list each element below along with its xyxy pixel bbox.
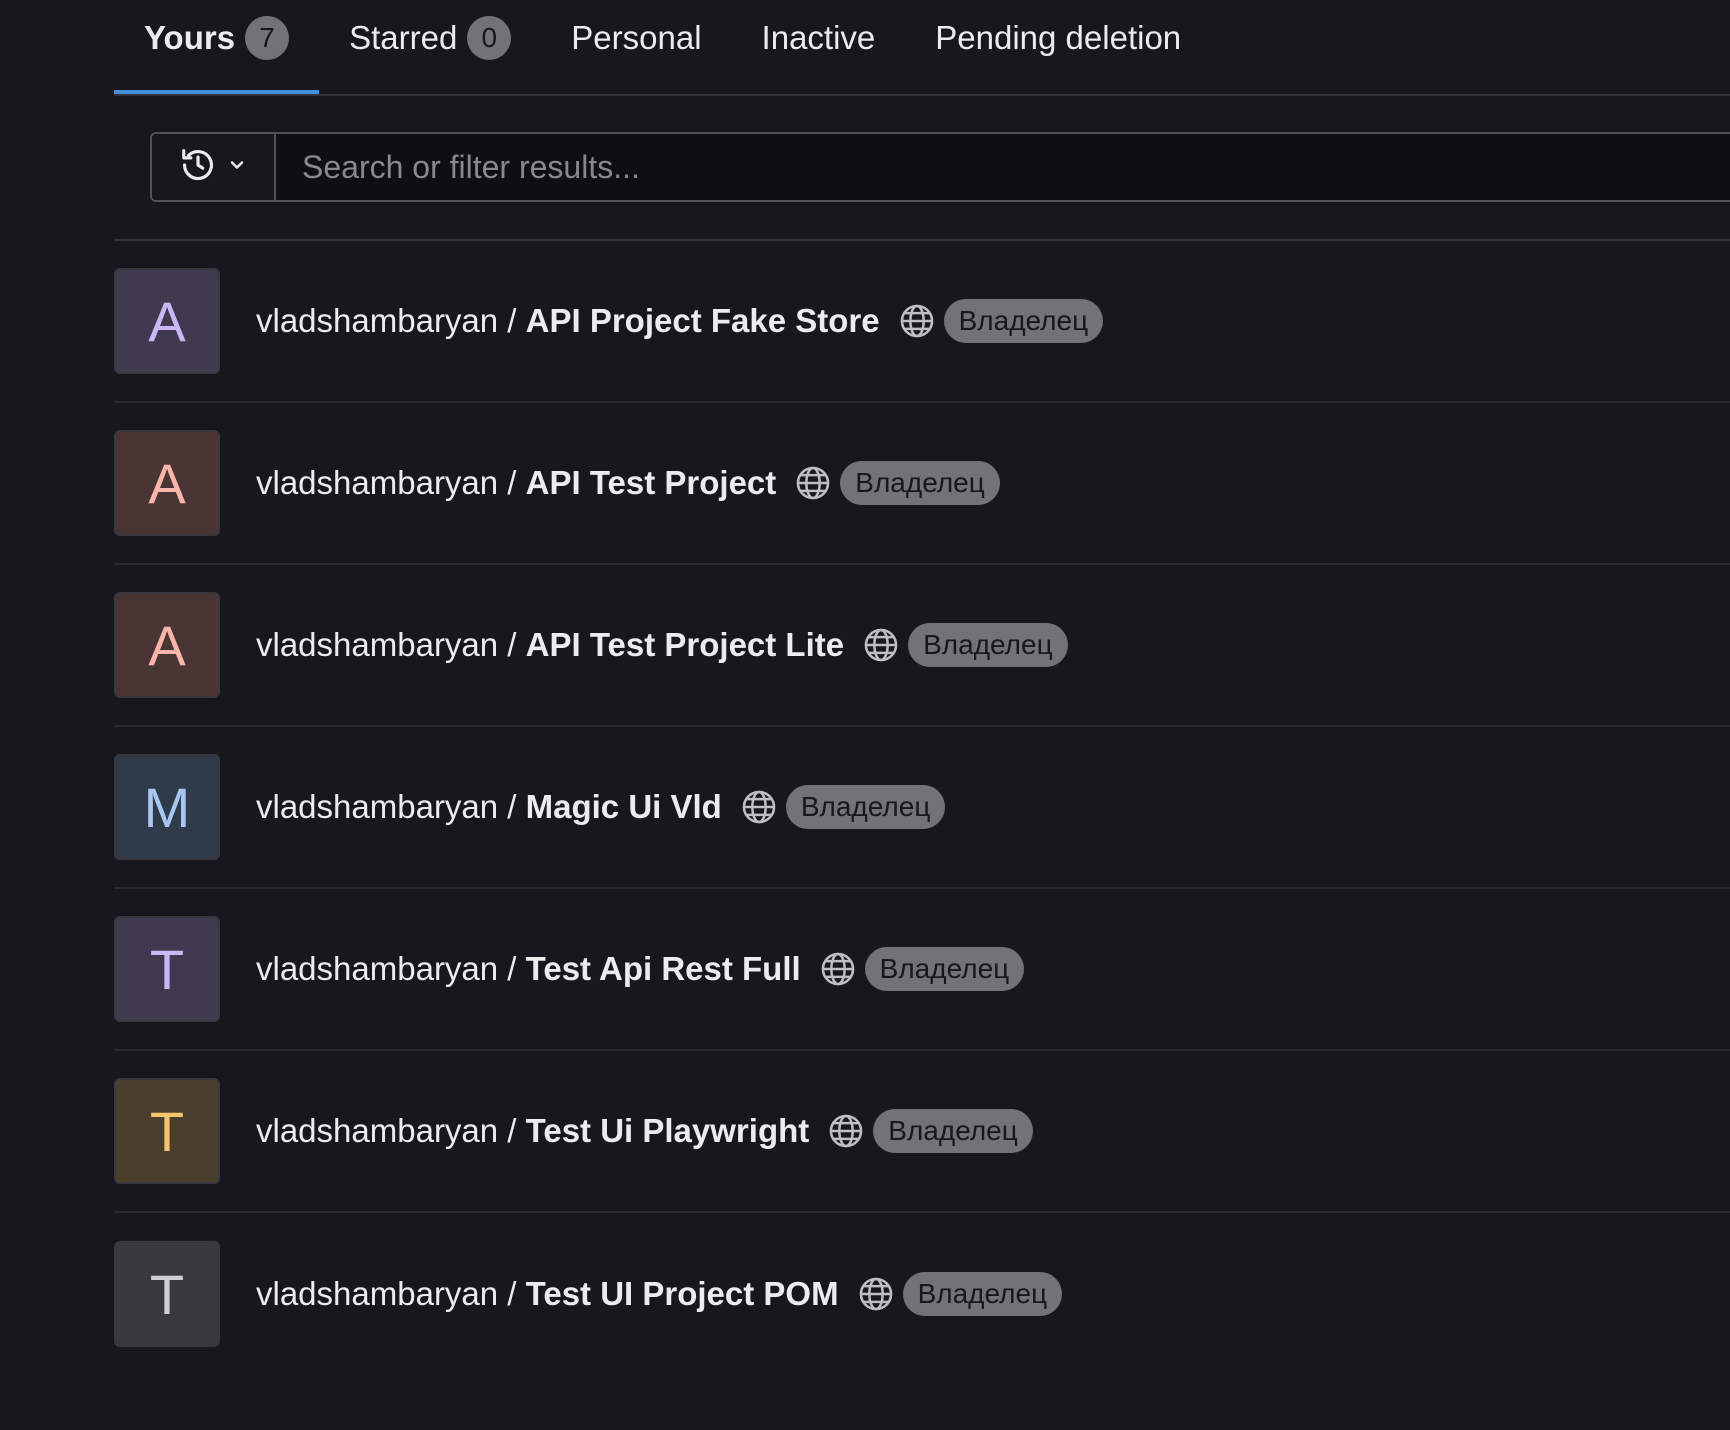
globe-icon [862, 626, 900, 664]
recent-searches-dropdown[interactable] [152, 134, 276, 200]
globe-icon [819, 950, 857, 988]
project-link[interactable]: vladshambaryan / Test Api Rest Full [256, 950, 801, 988]
project-link[interactable]: vladshambaryan / Test UI Project POM [256, 1275, 839, 1313]
project-namespace: vladshambaryan / [256, 1112, 526, 1149]
role-badge: Владелец [908, 623, 1068, 667]
project-link[interactable]: vladshambaryan / Test Ui Playwright [256, 1112, 809, 1150]
project-avatar[interactable]: A [114, 430, 220, 536]
globe-icon [827, 1112, 865, 1150]
search-input[interactable] [276, 134, 1730, 200]
project-row: M vladshambaryan / Magic Ui Vld Владелец [114, 727, 1730, 889]
search-filter-bar [150, 132, 1730, 202]
project-link[interactable]: vladshambaryan / API Test Project Lite [256, 626, 844, 664]
project-namespace: vladshambaryan / [256, 302, 526, 339]
project-row: A vladshambaryan / API Project Fake Stor… [114, 241, 1730, 403]
project-link[interactable]: vladshambaryan / Magic Ui Vld [256, 788, 722, 826]
project-namespace: vladshambaryan / [256, 1275, 526, 1312]
tab-count-badge: 0 [467, 16, 512, 60]
project-title: Test Ui Playwright [525, 1112, 810, 1149]
project-row: T vladshambaryan / Test UI Project POM В… [114, 1213, 1730, 1375]
tab-personal[interactable]: Personal [541, 0, 731, 76]
tab-yours[interactable]: Yours 7 [114, 0, 320, 94]
project-namespace: vladshambaryan / [256, 788, 526, 825]
project-tabs: Yours 7 Starred 0 Personal Inactive Pend… [114, 0, 1730, 96]
chevron-down-icon [227, 155, 247, 180]
tab-starred[interactable]: Starred 0 [319, 0, 541, 76]
projects-page: Yours 7 Starred 0 Personal Inactive Pend… [0, 0, 1730, 1430]
project-avatar[interactable]: A [114, 592, 220, 698]
globe-icon [794, 464, 832, 502]
project-avatar[interactable]: T [114, 1078, 220, 1184]
role-badge: Владелец [943, 299, 1104, 343]
tab-label: Personal [571, 19, 702, 56]
project-row: T vladshambaryan / Test Api Rest Full Вл… [114, 889, 1730, 1051]
project-avatar[interactable]: T [114, 1241, 220, 1347]
project-title: Magic Ui Vld [525, 788, 722, 825]
project-title: API Test Project Lite [525, 626, 845, 663]
project-row: A vladshambaryan / API Test Project Влад… [114, 403, 1730, 565]
tab-pending-deletion[interactable]: Pending deletion [905, 0, 1211, 76]
tab-label: Starred [349, 19, 458, 56]
tab-label: Pending deletion [935, 19, 1182, 56]
project-namespace: vladshambaryan / [256, 626, 526, 663]
globe-icon [898, 302, 936, 340]
role-badge: Владелец [864, 947, 1025, 991]
project-avatar[interactable]: A [114, 268, 220, 374]
tab-label: Inactive [761, 19, 876, 56]
project-title: API Project Fake Store [525, 302, 880, 339]
globe-icon [857, 1275, 895, 1313]
globe-icon [740, 788, 778, 826]
project-namespace: vladshambaryan / [256, 950, 526, 987]
history-icon [179, 146, 217, 189]
project-namespace: vladshambaryan / [256, 464, 526, 501]
project-avatar[interactable]: M [114, 754, 220, 860]
role-badge: Владелец [785, 785, 946, 829]
tab-label: Yours [144, 19, 236, 56]
project-row: A vladshambaryan / API Test Project Lite… [114, 565, 1730, 727]
project-avatar[interactable]: T [114, 916, 220, 1022]
project-row: T vladshambaryan / Test Ui Playwright Вл… [114, 1051, 1730, 1213]
project-title: Test Api Rest Full [525, 950, 801, 987]
role-badge: Владелец [902, 1272, 1063, 1316]
role-badge: Владелец [840, 461, 1000, 505]
tab-inactive[interactable]: Inactive [732, 0, 906, 76]
project-title: API Test Project [525, 464, 777, 501]
project-link[interactable]: vladshambaryan / API Project Fake Store [256, 302, 880, 340]
tab-count-badge: 7 [245, 16, 290, 60]
project-list: A vladshambaryan / API Project Fake Stor… [114, 241, 1730, 1375]
role-badge: Владелец [873, 1109, 1033, 1153]
project-title: Test UI Project POM [525, 1275, 839, 1312]
project-link[interactable]: vladshambaryan / API Test Project [256, 464, 776, 502]
